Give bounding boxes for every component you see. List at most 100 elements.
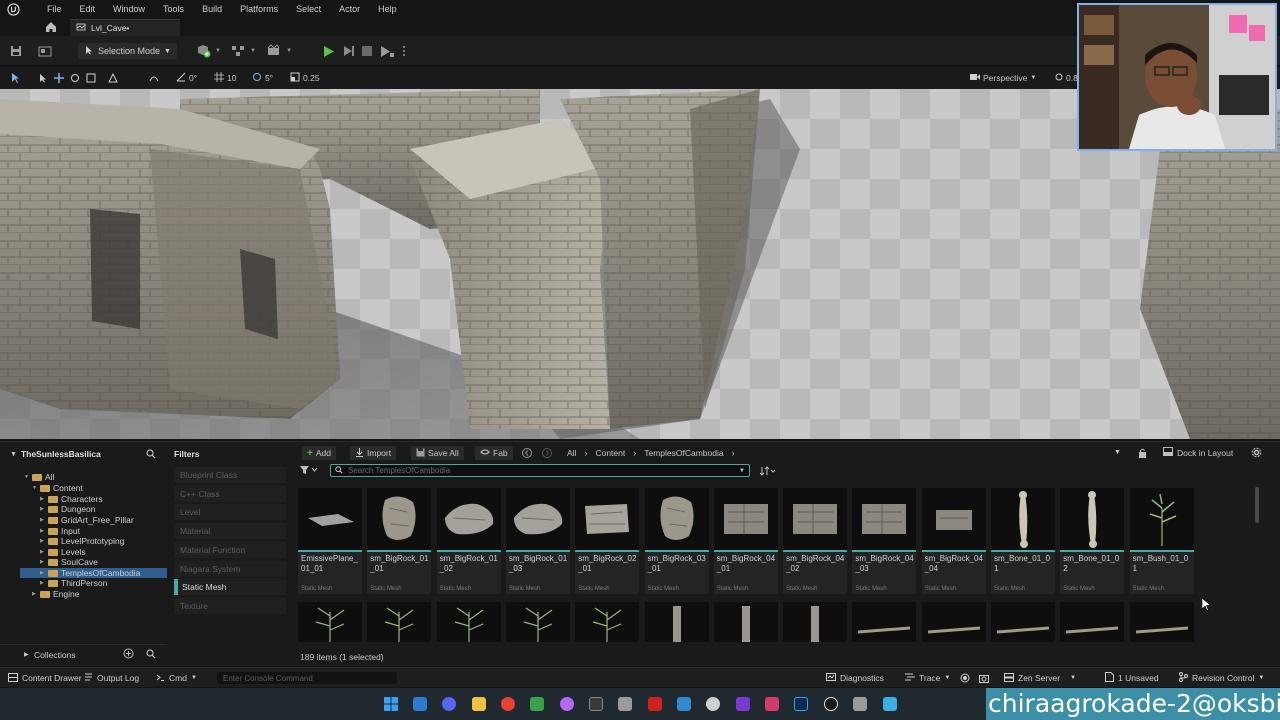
asset-tile[interactable]: sm_BigRock_01_03 Static Mesh	[505, 488, 570, 594]
scale-tool-icon[interactable]	[86, 71, 96, 85]
breadcrumb-temples[interactable]: TemplesOfCambodia	[644, 448, 723, 458]
menu-help[interactable]: Help	[369, 4, 406, 14]
sort-options-icon[interactable]	[759, 466, 776, 478]
app-icon-6[interactable]	[677, 697, 691, 711]
folder-tree-item[interactable]: ▶ Input	[0, 526, 167, 536]
asset-tile[interactable]: sm_Bone_01_01 Static Mesh	[991, 488, 1055, 594]
filter-item[interactable]: Texture	[174, 597, 286, 614]
fab-button[interactable]: Fab	[475, 446, 513, 460]
app-icon-5[interactable]	[648, 697, 662, 711]
translate-tool-icon[interactable]	[54, 71, 64, 85]
screenshot-icon[interactable]	[979, 672, 989, 684]
asset-tile[interactable]: sm_Bush_01_01 Static Mesh	[1129, 488, 1194, 594]
asset-tile[interactable]	[852, 602, 917, 642]
asset-tile[interactable]: sm_BigRock_03_01 Static Mesh	[644, 488, 709, 594]
asset-tile[interactable]: sm_BigRock_04_01 Static Mesh	[713, 488, 778, 594]
revision-control-dropdown[interactable]: Revision Control ▼	[1179, 672, 1264, 684]
folder-tree-item[interactable]: ▶ Engine	[0, 589, 167, 599]
photoshop-icon[interactable]	[794, 697, 808, 711]
search-icon[interactable]	[146, 449, 156, 461]
launch-button[interactable]	[380, 43, 394, 59]
folder-tree-item[interactable]: ▶ TemplesOfCambodia	[20, 568, 167, 578]
forward-arrow-icon[interactable]	[542, 448, 552, 460]
angle-snap-control[interactable]: 0°	[176, 71, 197, 85]
asset-scrollbar[interactable]	[1255, 487, 1259, 523]
content-browser-icon[interactable]	[38, 43, 52, 59]
console-command-input[interactable]: Enter Console Command	[217, 672, 397, 684]
asset-tile[interactable]: sm_BigRock_02_01 Static Mesh	[575, 488, 640, 594]
expand-arrow-icon[interactable]: ▶	[40, 570, 48, 576]
asset-tile[interactable]: EmissivePlane_01_01 Static Mesh	[298, 488, 362, 594]
app-icon-8[interactable]	[765, 697, 779, 711]
play-button[interactable]	[323, 43, 335, 59]
expand-arrow-icon[interactable]: ▼	[32, 485, 40, 491]
project-header[interactable]: ▼ TheSunlessBasilica	[10, 449, 101, 459]
expand-arrow-icon[interactable]: ▶	[40, 517, 48, 523]
filter-item[interactable]: Level	[174, 504, 286, 521]
filter-item[interactable]: Material Function	[174, 541, 286, 558]
chevron-down-icon[interactable]: ▼	[1114, 449, 1121, 456]
search-input[interactable]: Search TemplesOfCambodia ▼	[330, 464, 750, 477]
asset-tile[interactable]	[1129, 602, 1194, 642]
folder-tree-item[interactable]: ▶ GridArt_Free_Pillar	[0, 515, 167, 525]
app-icon-4[interactable]	[618, 697, 632, 711]
save-icon[interactable]	[10, 43, 22, 59]
menu-actor[interactable]: Actor	[330, 4, 369, 14]
asset-tile[interactable]	[298, 602, 362, 642]
select-tool-icon[interactable]	[38, 71, 48, 85]
selection-mode-dropdown[interactable]: Selection Mode ▼	[78, 43, 177, 59]
expand-arrow-icon[interactable]: ▶	[40, 538, 48, 544]
breadcrumb-all[interactable]: All	[567, 448, 576, 458]
dock-in-layout-button[interactable]: Dock in Layout	[1163, 447, 1233, 458]
add-button[interactable]: + Add	[302, 446, 336, 460]
cmd-dropdown[interactable]: Cmd ▼	[156, 672, 197, 684]
menu-tools[interactable]: Tools	[154, 4, 193, 14]
asset-tile[interactable]	[783, 602, 848, 642]
asset-tile[interactable]	[436, 602, 501, 642]
skip-forward-icon[interactable]	[343, 43, 355, 59]
lock-icon[interactable]	[1138, 448, 1147, 460]
world-local-icon[interactable]	[108, 71, 118, 85]
menu-edit[interactable]: Edit	[71, 4, 105, 14]
blueprint-button[interactable]: ▼	[230, 43, 256, 59]
add-actor-button[interactable]: ▼	[195, 43, 221, 59]
folder-tree-item[interactable]: ▼ Content	[0, 483, 167, 493]
expand-arrow-icon[interactable]: ▶	[40, 549, 48, 555]
unsaved-button[interactable]: 1 Unsaved	[1105, 672, 1159, 684]
app-icon-2[interactable]	[530, 697, 544, 711]
menu-build[interactable]: Build	[193, 4, 231, 14]
asset-tile[interactable]	[991, 602, 1055, 642]
filter-item[interactable]: C++ Class	[174, 485, 286, 502]
menu-file[interactable]: File	[38, 4, 71, 14]
menu-select[interactable]: Select	[287, 4, 330, 14]
content-drawer-button[interactable]: Content Drawer	[8, 672, 82, 684]
asset-tile[interactable]	[367, 602, 432, 642]
asset-tile[interactable]	[644, 602, 709, 642]
asset-tile[interactable]: sm_BigRock_04_04 Static Mesh	[921, 488, 986, 594]
expand-arrow-icon[interactable]: ▶	[40, 559, 48, 565]
stop-button[interactable]	[362, 43, 372, 59]
filter-item[interactable]: Static Mesh	[174, 579, 286, 596]
surface-snap-icon[interactable]	[148, 71, 160, 85]
expand-arrow-icon[interactable]: ▶	[40, 528, 48, 534]
asset-tile[interactable]	[713, 602, 778, 642]
visual-studio-icon[interactable]	[736, 697, 750, 711]
filter-dropdown-icon[interactable]	[300, 465, 318, 477]
expand-arrow-icon[interactable]: ▶	[32, 591, 40, 597]
perspective-dropdown[interactable]: Perspective ▼	[970, 71, 1036, 85]
filter-item[interactable]: Material	[174, 523, 286, 540]
app-icon-3[interactable]	[560, 697, 574, 711]
import-button[interactable]: Import	[350, 446, 397, 460]
asset-tile[interactable]: sm_BigRock_01_02 Static Mesh	[436, 488, 501, 594]
app-icon-7[interactable]	[706, 697, 720, 711]
expand-arrow-icon[interactable]: ▶	[40, 506, 48, 512]
discord-icon[interactable]	[442, 697, 456, 711]
rotate-tool-icon[interactable]	[70, 71, 80, 85]
terminal-app-icon[interactable]	[589, 697, 603, 711]
filter-item[interactable]: Blueprint Class	[174, 467, 286, 483]
expand-arrow-icon[interactable]: ▶	[40, 580, 48, 586]
asset-tile[interactable]: sm_BigRock_04_02 Static Mesh	[783, 488, 848, 594]
folder-tree-item[interactable]: ▼ All	[0, 472, 167, 482]
more-options-icon[interactable]	[402, 43, 406, 59]
breadcrumb-content[interactable]: Content	[595, 448, 625, 458]
